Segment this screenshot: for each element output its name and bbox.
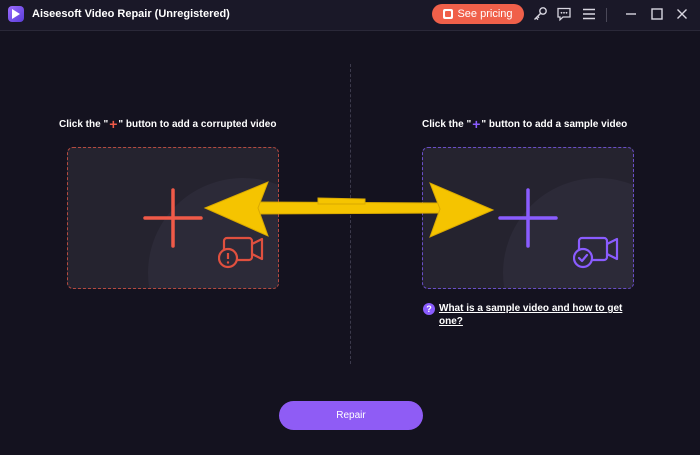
question-icon: ?	[423, 303, 435, 315]
add-sample-video-dropzone[interactable]	[422, 147, 634, 289]
sample-video-hint: Click the " + " button to add a sample v…	[422, 116, 627, 132]
menu-icon[interactable]	[581, 6, 597, 22]
app-title: Aiseesoft Video Repair (Unregistered)	[32, 8, 230, 20]
corrupted-video-camera-icon	[218, 236, 264, 269]
titlebar-separator	[606, 8, 607, 22]
add-corrupted-video-plus-icon[interactable]	[143, 188, 203, 248]
hint-text-prefix: Click the "	[422, 118, 472, 130]
add-sample-video-plus-icon[interactable]	[498, 188, 558, 248]
title-bar: Aiseesoft Video Repair (Unregistered) Se…	[0, 0, 700, 31]
hint-plus-icon: +	[109, 116, 118, 132]
maximize-icon[interactable]	[649, 6, 665, 22]
add-corrupted-video-dropzone[interactable]	[67, 147, 279, 289]
see-pricing-label: See pricing	[457, 8, 513, 20]
corrupted-video-hint: Click the " + " button to add a corrupte…	[59, 116, 276, 132]
close-icon[interactable]	[674, 6, 690, 22]
feedback-icon[interactable]	[556, 6, 572, 22]
repair-button-label: Repair	[336, 410, 366, 421]
arrow-shaft	[254, 201, 441, 215]
sample-video-help: ? What is a sample video and how to get …	[423, 302, 639, 328]
repair-button[interactable]: Repair	[279, 401, 423, 430]
hint-text-suffix: " button to add a corrupted video	[118, 118, 277, 130]
sample-video-help-link[interactable]: What is a sample video and how to get on…	[439, 302, 639, 328]
cart-icon	[443, 9, 454, 19]
center-divider	[350, 64, 351, 364]
app-logo-icon	[8, 6, 24, 22]
minimize-icon[interactable]	[623, 6, 639, 22]
see-pricing-button[interactable]: See pricing	[432, 4, 524, 24]
sample-video-camera-icon	[573, 236, 619, 269]
key-icon[interactable]	[532, 6, 548, 22]
hint-text-prefix: Click the "	[59, 118, 109, 130]
hint-plus-icon: +	[472, 116, 481, 132]
arrow-shaft-bump	[317, 197, 366, 205]
hint-text-suffix: " button to add a sample video	[481, 118, 628, 130]
